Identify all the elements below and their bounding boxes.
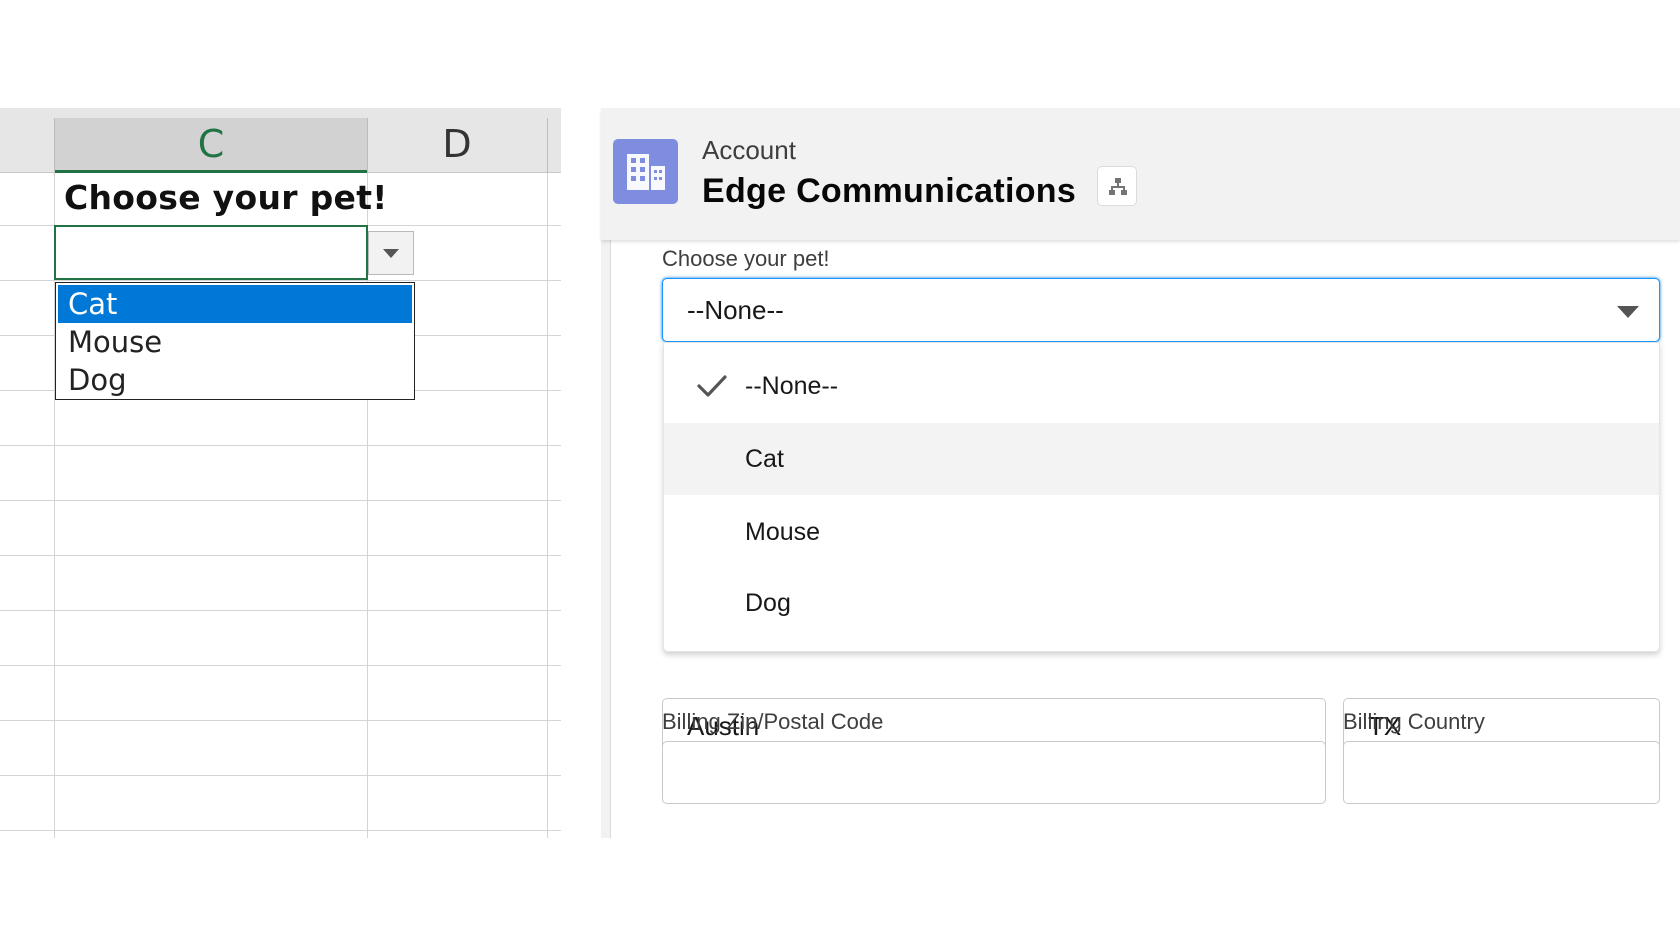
picklist-selected-value: --None-- — [687, 295, 784, 325]
picklist-option-mouse[interactable]: Mouse — [664, 496, 1659, 568]
option-label: Cat — [745, 445, 784, 473]
billing-zip-input[interactable] — [662, 741, 1326, 804]
grid-line — [0, 830, 561, 831]
check-icon — [697, 375, 727, 397]
picklist-option-none[interactable]: --None-- — [664, 350, 1659, 422]
dropdown-option-cat[interactable]: Cat — [58, 285, 412, 323]
picklist-option-dog[interactable]: Dog — [664, 567, 1659, 639]
picklist-option-cat[interactable]: Cat — [664, 423, 1659, 495]
grid-line — [0, 720, 561, 721]
pet-field-label: Choose your pet! — [662, 246, 830, 271]
column-separator — [367, 118, 368, 173]
excel-panel: C D Choose your pet! Cat Mouse Dog — [0, 108, 561, 838]
option-label: --None-- — [745, 372, 839, 400]
hierarchy-button[interactable] — [1097, 166, 1137, 206]
column-c-label: C — [197, 122, 225, 166]
dropdown-option-dog[interactable]: Dog — [58, 361, 412, 399]
heading-cell[interactable]: Choose your pet! — [64, 178, 388, 217]
pet-picklist-combobox[interactable]: --None-- — [662, 278, 1660, 342]
grid-line — [547, 173, 548, 838]
grid-line — [0, 555, 561, 556]
record-name: Edge Communications — [702, 172, 1077, 210]
option-label: Mouse — [745, 518, 821, 546]
hierarchy-icon — [1109, 178, 1127, 195]
grid-line — [0, 280, 561, 281]
billing-zip-label: Billing Zip/Postal Code — [662, 709, 884, 734]
object-type-label: Account — [702, 135, 796, 165]
grid-line — [0, 775, 561, 776]
option-label: Dog — [745, 589, 791, 617]
grid-line — [0, 500, 561, 501]
active-cell[interactable] — [54, 225, 368, 280]
chevron-down-icon — [383, 249, 399, 258]
account-icon — [613, 139, 678, 204]
salesforce-panel: Account Edge Communications Choose your … — [601, 108, 1680, 838]
cell-dropdown-button[interactable] — [368, 231, 414, 275]
panel-edge — [601, 238, 611, 838]
record-header: Account Edge Communications — [601, 108, 1680, 240]
column-separator — [547, 118, 548, 173]
column-header-d[interactable]: D — [367, 118, 547, 173]
dropdown-option-mouse[interactable]: Mouse — [58, 323, 412, 361]
column-separator — [54, 118, 55, 173]
grid-line — [0, 445, 561, 446]
column-d-label: D — [442, 122, 472, 166]
column-header-c[interactable]: C — [55, 118, 367, 173]
billing-country-label: Billing Country — [1343, 709, 1485, 734]
cell-dropdown-list: Cat Mouse Dog — [55, 282, 415, 400]
chevron-down-icon — [1617, 306, 1639, 318]
billing-country-input[interactable] — [1343, 741, 1660, 804]
picklist-dropdown-menu: --None-- Cat Mouse Dog — [663, 342, 1660, 652]
grid-line — [0, 665, 561, 666]
grid-line — [0, 610, 561, 611]
